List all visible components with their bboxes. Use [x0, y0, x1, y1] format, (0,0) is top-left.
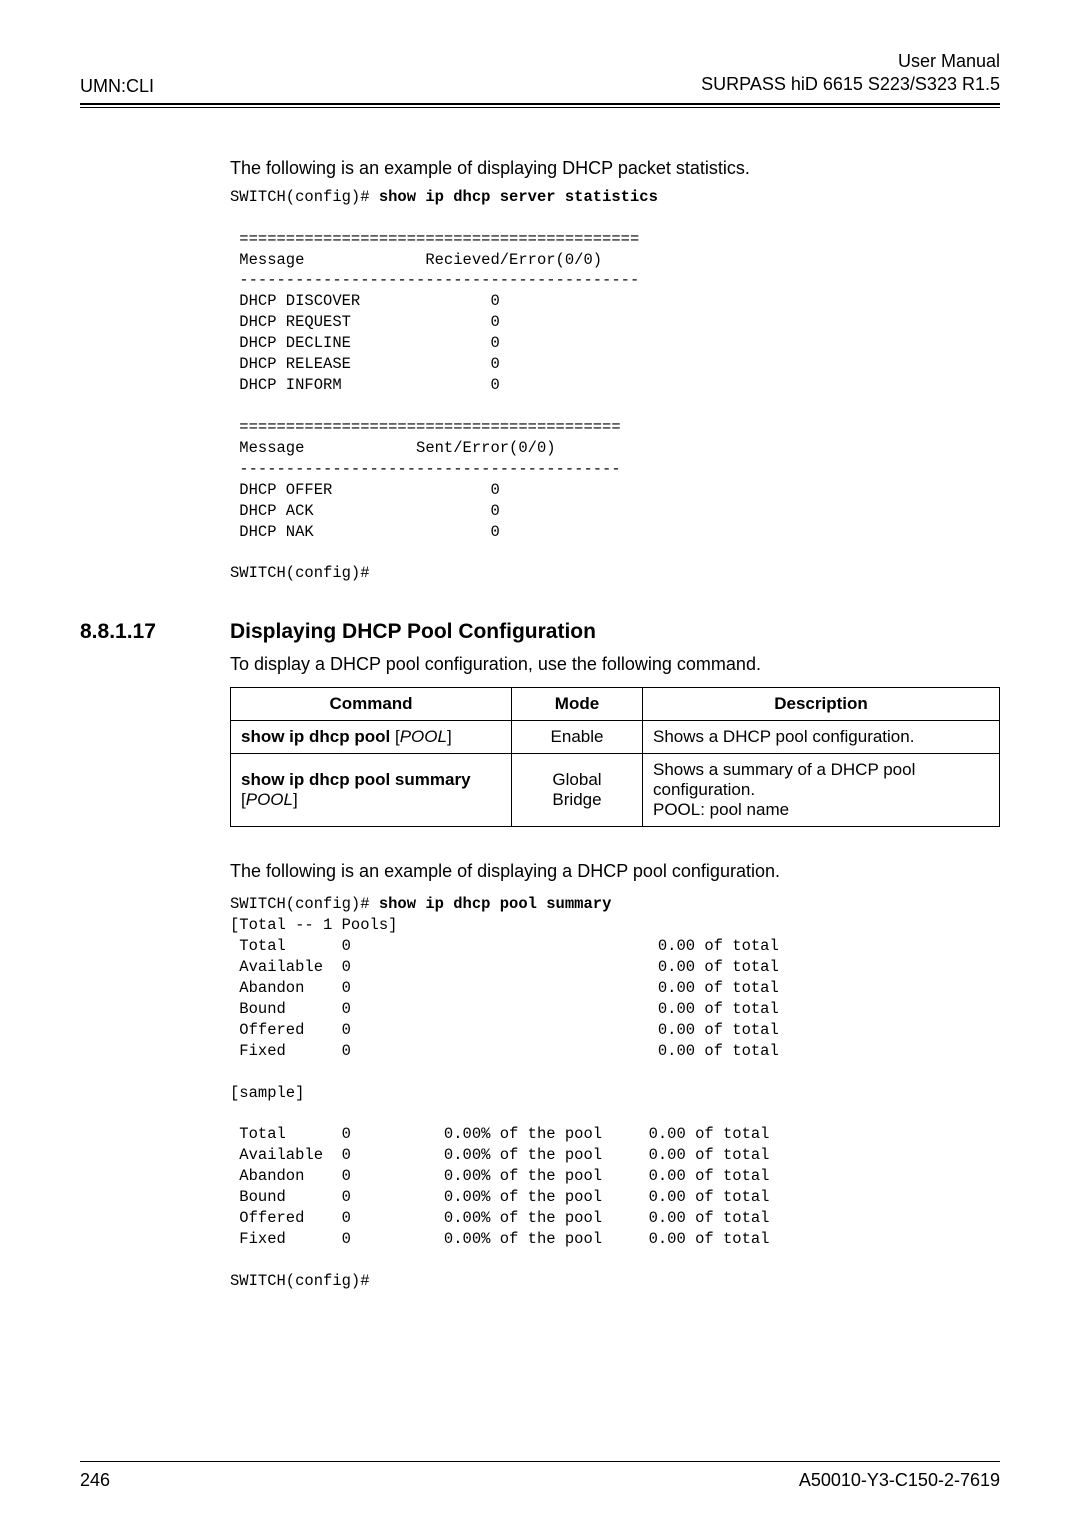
table-header-row: Command Mode Description	[231, 688, 1000, 721]
cell-desc: Shows a DHCP pool configuration.	[643, 721, 1000, 754]
cli-command: show ip dhcp server statistics	[379, 188, 658, 206]
bracket-close: ]	[293, 790, 298, 809]
table-row: show ip dhcp pool summary [POOL] Global …	[231, 754, 1000, 827]
cli-prompt: SWITCH(config)#	[230, 895, 379, 913]
cell-command: show ip dhcp pool summary [POOL]	[231, 754, 512, 827]
cell-mode: Global Bridge	[512, 754, 643, 827]
section-title: Displaying DHCP Pool Configuration	[230, 620, 596, 644]
header-right-line1: User Manual	[701, 50, 1000, 73]
cell-mode: Enable	[512, 721, 643, 754]
header-rule	[80, 107, 1000, 108]
th-command: Command	[231, 688, 512, 721]
desc-line1: Shows a summary of a DHCP pool configura…	[653, 760, 915, 799]
cmd-italic: POOL	[400, 727, 447, 746]
cli-prompt: SWITCH(config)#	[230, 188, 379, 206]
page-header: UMN:CLI User Manual SURPASS hiD 6615 S22…	[80, 50, 1000, 105]
cmd-italic: POOL	[246, 790, 293, 809]
header-left: UMN:CLI	[80, 76, 154, 97]
cli-command: show ip dhcp pool summary	[379, 895, 612, 913]
code-block-1: SWITCH(config)# show ip dhcp server stat…	[230, 187, 1000, 585]
page-footer: 246 A50010-Y3-C150-2-7619	[80, 1461, 1000, 1491]
section-paragraph-2: The following is an example of displayin…	[230, 861, 1000, 882]
page: UMN:CLI User Manual SURPASS hiD 6615 S22…	[0, 0, 1080, 1527]
cell-command: show ip dhcp pool [POOL]	[231, 721, 512, 754]
mode-line1: Global	[552, 770, 601, 789]
cli-output: [Total -- 1 Pools] Total 0 0.00 of total…	[230, 916, 779, 1290]
section-heading: 8.8.1.17 Displaying DHCP Pool Configurat…	[80, 620, 1000, 644]
cell-desc: Shows a summary of a DHCP pool configura…	[643, 754, 1000, 827]
cmd-bold: show ip dhcp pool	[241, 727, 390, 746]
footer-page-number: 246	[80, 1470, 110, 1491]
section-paragraph-1: To display a DHCP pool configuration, us…	[230, 654, 1000, 675]
code-block-2: SWITCH(config)# show ip dhcp pool summar…	[230, 894, 1000, 1292]
command-table: Command Mode Description show ip dhcp po…	[230, 687, 1000, 827]
header-right-line2: SURPASS hiD 6615 S223/S323 R1.5	[701, 73, 1000, 96]
header-right: User Manual SURPASS hiD 6615 S223/S323 R…	[701, 50, 1000, 97]
table-row: show ip dhcp pool [POOL] Enable Shows a …	[231, 721, 1000, 754]
th-description: Description	[643, 688, 1000, 721]
cli-output: ========================================…	[230, 230, 639, 583]
section-number: 8.8.1.17	[80, 620, 230, 644]
cmd-bold: show ip dhcp pool summary	[241, 770, 471, 789]
th-mode: Mode	[512, 688, 643, 721]
mode-line2: Bridge	[552, 790, 601, 809]
intro-paragraph: The following is an example of displayin…	[230, 158, 1000, 179]
footer-doc-id: A50010-Y3-C150-2-7619	[799, 1470, 1000, 1491]
desc-line2: POOL: pool name	[653, 800, 789, 819]
bracket-close: ]	[447, 727, 452, 746]
